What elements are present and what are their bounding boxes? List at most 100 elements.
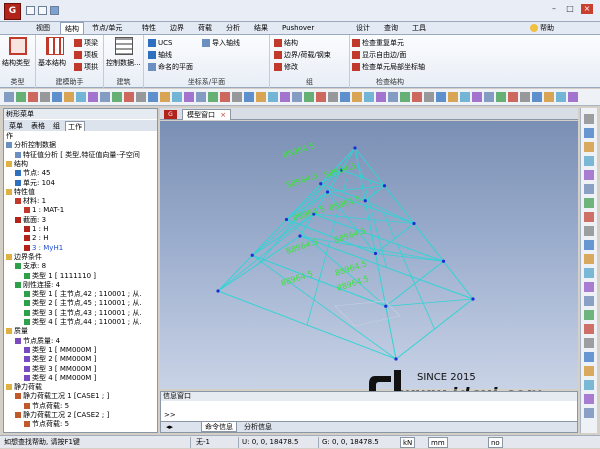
toolbar-tool-icon[interactable] <box>508 92 518 102</box>
view-tool-icon[interactable] <box>584 366 594 376</box>
toolbar-tool-icon[interactable] <box>520 92 530 102</box>
toolbar-tool-icon[interactable] <box>64 92 74 102</box>
toolbar-tool-icon[interactable] <box>484 92 494 102</box>
view-tool-icon[interactable] <box>584 408 594 418</box>
tree-item[interactable]: 边界条件 <box>6 253 42 262</box>
toolbar-tool-icon[interactable] <box>88 92 98 102</box>
toolbar-tool-icon[interactable] <box>472 92 482 102</box>
toolbar-tool-icon[interactable] <box>388 92 398 102</box>
tab-scroll-arrows[interactable]: ◂▸ <box>163 422 176 432</box>
tree-item[interactable]: 类型 1 [ MM000M ] <box>24 346 96 355</box>
menu-tab-11[interactable]: 工具 <box>408 22 430 34</box>
tree-item[interactable]: 支承: 8 <box>15 262 46 271</box>
view-tool-icon[interactable] <box>584 184 594 194</box>
toolbar-tool-icon[interactable] <box>184 92 194 102</box>
menu-tab-5[interactable]: 荷载 <box>194 22 216 34</box>
view-tool-icon[interactable] <box>584 338 594 348</box>
view-tool-icon[interactable] <box>584 296 594 306</box>
toolbar-tool-icon[interactable] <box>556 92 566 102</box>
model-window-tab[interactable]: 模型窗口 × <box>182 109 232 120</box>
tree-item[interactable]: 1 : MAT-1 <box>24 206 64 215</box>
toolbar-tool-icon[interactable] <box>376 92 386 102</box>
axis-button[interactable]: 轴线 <box>148 50 172 61</box>
view-tool-icon[interactable] <box>584 226 594 236</box>
tree-item[interactable]: 类型 3 [ MM000M ] <box>24 365 96 374</box>
minimize-button[interactable]: – <box>548 4 560 14</box>
tree-item[interactable]: 3 : MyH1 <box>24 244 63 253</box>
tree-item[interactable]: 节点荷载: 5 <box>24 420 69 429</box>
ucs-button[interactable]: UCS <box>148 38 172 49</box>
toolbar-tool-icon[interactable] <box>448 92 458 102</box>
toolbar-tool-icon[interactable] <box>532 92 542 102</box>
named-plane-button[interactable]: 命名的平面 <box>148 62 193 73</box>
view-tool-icon[interactable] <box>584 324 594 334</box>
tree-item[interactable]: 特性值 <box>6 188 35 197</box>
toolbar-tool-icon[interactable] <box>316 92 326 102</box>
view-tool-icon[interactable] <box>584 128 594 138</box>
toolbar-tool-icon[interactable] <box>28 92 38 102</box>
panel-tab-1[interactable]: 表格 <box>29 121 47 131</box>
menu-tab-6[interactable]: 分析 <box>222 22 244 34</box>
maximize-button[interactable]: □ <box>564 4 576 14</box>
tree-item[interactable]: 类型 4 [ 主节点,44 ; 110001 ; 从. <box>24 318 142 327</box>
tree-item[interactable]: 截面: 3 <box>15 216 46 225</box>
tab-command-info[interactable]: 命令信息 <box>201 422 237 432</box>
tree-item[interactable]: 结构 <box>6 160 28 169</box>
tab-analysis-info[interactable]: 分析信息 <box>241 422 275 432</box>
menu-tab-8[interactable]: Pushover <box>278 22 318 34</box>
toolbar-tool-icon[interactable] <box>40 92 50 102</box>
toolbar-tool-icon[interactable] <box>148 92 158 102</box>
view-tool-icon[interactable] <box>584 142 594 152</box>
toolbar-tool-icon[interactable] <box>208 92 218 102</box>
close-button[interactable]: × <box>581 4 593 14</box>
wizard-plate-button[interactable]: 项板 <box>74 50 98 61</box>
tree-item[interactable]: 节点: 45 <box>15 169 51 178</box>
toolbar-tool-icon[interactable] <box>568 92 578 102</box>
toolbar-tool-icon[interactable] <box>220 92 230 102</box>
unit-force-select[interactable]: kN <box>400 437 416 448</box>
toolbar-tool-icon[interactable] <box>136 92 146 102</box>
toolbar-tool-icon[interactable] <box>160 92 170 102</box>
tree-item[interactable]: 节点荷载: 5 <box>24 402 69 411</box>
toolbar-tool-icon[interactable] <box>256 92 266 102</box>
status-extra-select[interactable]: no <box>488 437 503 448</box>
menu-tab-9[interactable]: 设计 <box>352 22 374 34</box>
base-structure-button[interactable]: 基本结构 <box>38 58 66 69</box>
menu-tab-4[interactable]: 边界 <box>166 22 188 34</box>
truss-model[interactable]: 88964.588964.588964.588964.588964.588964… <box>160 121 578 389</box>
tree-item[interactable]: 类型 2 [ 主节点,45 ; 110001 ; 从. <box>24 299 142 308</box>
toolbar-tool-icon[interactable] <box>112 92 122 102</box>
import-axis-button[interactable]: 导入轴线 <box>202 38 240 49</box>
toolbar-tool-icon[interactable] <box>292 92 302 102</box>
toolbar-tool-icon[interactable] <box>124 92 134 102</box>
toolbar-tool-icon[interactable] <box>16 92 26 102</box>
new-icon[interactable] <box>26 6 35 15</box>
toolbar-tool-icon[interactable] <box>328 92 338 102</box>
toolbar-tool-icon[interactable] <box>544 92 554 102</box>
panel-tab-3[interactable]: 工作 <box>65 121 85 131</box>
view-tool-icon[interactable] <box>584 212 594 222</box>
menu-tab-3[interactable]: 特性 <box>138 22 160 34</box>
toolbar-tool-icon[interactable] <box>412 92 422 102</box>
toolbar-tool-icon[interactable] <box>364 92 374 102</box>
local-axis-button[interactable]: 检查单元局部坐标轴 <box>352 62 425 73</box>
toolbar-tool-icon[interactable] <box>172 92 182 102</box>
panel-tab-2[interactable]: 组 <box>51 121 62 131</box>
tree-item[interactable]: 类型 4 [ MM000M ] <box>24 374 96 383</box>
view-tool-icon[interactable] <box>584 268 594 278</box>
tree-item[interactable]: 分析控制数据 <box>6 141 56 150</box>
app-icon[interactable]: G <box>4 3 21 20</box>
structure-type-button[interactable]: 结构类型 <box>2 58 30 69</box>
toolbar-tool-icon[interactable] <box>304 92 314 102</box>
toolbar-tool-icon[interactable] <box>496 92 506 102</box>
toolbar-tool-icon[interactable] <box>196 92 206 102</box>
view-tool-icon[interactable] <box>584 198 594 208</box>
tree-item[interactable]: 静力荷载工况 1 [CASE1 ; ] <box>15 392 109 401</box>
toolbar-tool-icon[interactable] <box>4 92 14 102</box>
tree-item[interactable]: 质量 <box>6 327 28 336</box>
menu-tab-2[interactable]: 节点/单元 <box>88 22 126 34</box>
tree-item[interactable]: 作 <box>6 132 13 141</box>
group-modify-button[interactable]: 修改 <box>274 62 298 73</box>
tree-item[interactable]: 类型 1 [ 1111110 ] <box>24 272 96 281</box>
command-prompt[interactable]: >> <box>164 411 176 419</box>
